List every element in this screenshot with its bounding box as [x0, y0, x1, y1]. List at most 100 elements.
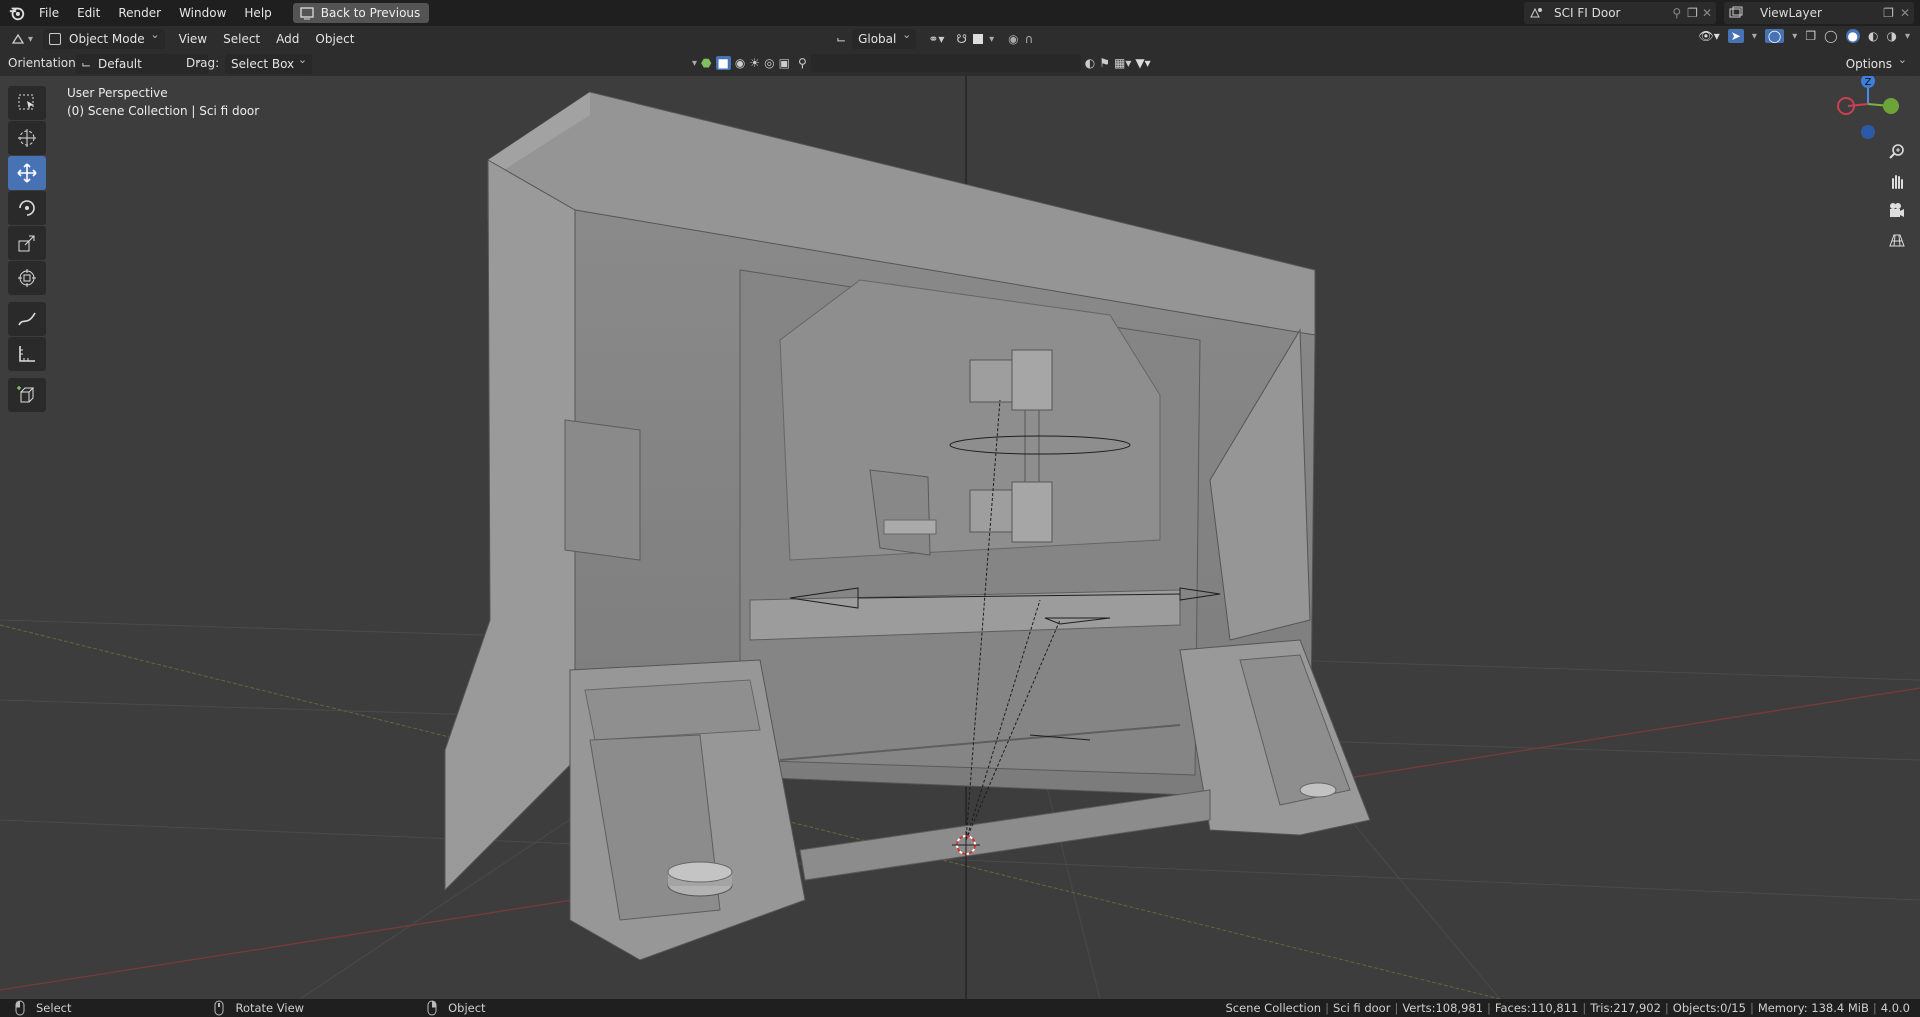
- zoom-icon[interactable]: [1884, 138, 1910, 164]
- tool-shelf: [8, 86, 50, 413]
- transform-icon[interactable]: [8, 261, 46, 295]
- scene-canvas: [0, 76, 1920, 999]
- menu-edit[interactable]: Edit: [68, 0, 109, 26]
- viewport-shading-controls: 👁▾ ➤ ▾ ◯ ▾ ❐ ◯ ● ◐ ◑ ▾: [1698, 29, 1910, 43]
- orientation-axes-icon: ⌙: [836, 32, 847, 46]
- stat-verts: Verts:108,981: [1402, 1001, 1484, 1015]
- move-icon[interactable]: [8, 156, 46, 190]
- mode-dropdown[interactable]: Object Mode: [43, 25, 165, 49]
- select-box-icon[interactable]: [8, 86, 46, 120]
- menu-view[interactable]: View: [171, 26, 215, 52]
- rotate-icon[interactable]: [8, 191, 46, 225]
- stat-object: Sci fi door: [1332, 1001, 1391, 1015]
- scene-selector[interactable]: SCI FI Door ⚲ ❐ ✕: [1524, 2, 1716, 24]
- scale-icon[interactable]: [8, 226, 46, 260]
- light-icon[interactable]: ☀: [749, 56, 760, 70]
- orientation-value: Default: [98, 57, 142, 71]
- transform-orientation-label: Global: [858, 32, 897, 46]
- status-rotate-hint: Rotate View: [211, 1000, 304, 1016]
- transform-orientation-dropdown[interactable]: Global: [852, 25, 917, 49]
- blender-logo-icon[interactable]: [8, 4, 26, 22]
- falloff-icon[interactable]: ∩: [1025, 32, 1034, 46]
- viewport-perspective-label: User Perspective: [67, 86, 168, 100]
- camera-icon[interactable]: ▣: [779, 56, 790, 70]
- sphere-icon[interactable]: ◉: [735, 56, 745, 70]
- display-mode-icon[interactable]: ▦▾: [1114, 56, 1131, 70]
- navigation-gizmo[interactable]: Z: [1836, 76, 1916, 146]
- view-layer-icon: [1729, 6, 1743, 18]
- view-layer-name: ViewLayer: [1760, 6, 1822, 20]
- status-rotate-label: Rotate View: [235, 1001, 305, 1015]
- gizmo-toggle-icon[interactable]: ➤: [1727, 29, 1744, 43]
- solid-shading-icon[interactable]: ●: [1845, 29, 1860, 43]
- object-mode-icon: [49, 33, 62, 45]
- menu-render[interactable]: Render: [109, 0, 170, 26]
- menu-file[interactable]: File: [30, 0, 68, 26]
- remove-view-layer-icon[interactable]: ✕: [1900, 6, 1910, 20]
- pan-hand-icon[interactable]: [1884, 168, 1910, 194]
- proportional-editing-icon[interactable]: ◉: [1008, 32, 1018, 46]
- xray-icon[interactable]: ❐: [1805, 29, 1816, 43]
- camera-view-icon[interactable]: [1884, 198, 1910, 224]
- drag-label: Drag:: [186, 56, 220, 70]
- measure-icon[interactable]: [8, 337, 46, 371]
- mode-label: Object Mode: [69, 32, 145, 46]
- menu-object[interactable]: Object: [307, 26, 362, 52]
- snap-target-icon[interactable]: [973, 34, 984, 44]
- stat-memory: Memory: 138.4 MiB: [1757, 1001, 1869, 1015]
- options-dropdown[interactable]: Options: [1839, 50, 1912, 74]
- back-to-previous-button[interactable]: Back to Previous: [292, 3, 430, 23]
- viewport-filter-controls: ▾ ⬣ ■ ◉ ☀ ◎ ▣ ⚲ ◐ ⚑ ▦▾ ▼▾: [692, 54, 1151, 72]
- new-scene-icon[interactable]: ❐: [1687, 6, 1698, 20]
- visibility-icon[interactable]: 👁▾: [1698, 29, 1719, 43]
- cursor-icon[interactable]: [8, 121, 46, 155]
- annotate-icon[interactable]: [8, 302, 46, 336]
- menu-add[interactable]: Add: [268, 26, 307, 52]
- view-layer-selector[interactable]: ViewLayer ❐ ✕: [1724, 2, 1914, 24]
- status-object-hint: Object: [424, 1000, 486, 1016]
- stat-tris: Tris:217,902: [1590, 1001, 1661, 1015]
- mouse-left-icon: [15, 1000, 25, 1016]
- menu-help[interactable]: Help: [235, 0, 280, 26]
- viewport-collection-label: (0) Scene Collection | Sci fi door: [67, 104, 260, 118]
- world-icon[interactable]: ◎: [764, 56, 774, 70]
- rendered-shading-icon[interactable]: ◑: [1886, 29, 1896, 43]
- material-shading-icon[interactable]: ◐: [1868, 29, 1878, 43]
- orientation-label: Orientation:: [8, 56, 80, 70]
- overlay-toggle-icon[interactable]: ◯: [1764, 29, 1785, 43]
- remove-scene-icon[interactable]: ✕: [1702, 6, 1712, 20]
- status-object-label: Object: [448, 1001, 486, 1015]
- add-cube-icon[interactable]: [8, 378, 46, 412]
- drag-value: Select Box: [231, 57, 295, 71]
- scene-statistics: Scene Collection | Sci fi door | Verts:108…: [1225, 1001, 1910, 1015]
- object-type-icon[interactable]: ⬣: [701, 56, 711, 70]
- bookmark-icon[interactable]: ⚑: [1099, 56, 1110, 70]
- scene-icon: [1530, 7, 1542, 18]
- view3d-icon: [11, 33, 25, 44]
- snap-icon[interactable]: ☋: [956, 32, 967, 46]
- stat-faces: Faces:110,811: [1494, 1001, 1579, 1015]
- pin-icon[interactable]: ⚲: [1672, 6, 1681, 20]
- menu-window[interactable]: Window: [170, 0, 235, 26]
- editor-type-button[interactable]: ▾: [10, 31, 33, 47]
- drag-dropdown[interactable]: Select Box: [225, 50, 313, 74]
- transform-controls: ⌙ Global ⚭▾ ☋ ▾ ◉ ∩: [836, 25, 1034, 49]
- 3d-viewport[interactable]: User Perspective (0) Scene Collection | …: [0, 76, 1920, 999]
- mouse-middle-icon: [214, 1000, 224, 1016]
- filter-icon[interactable]: ▼▾: [1135, 56, 1150, 70]
- pivot-point-icon[interactable]: ⚭▾: [928, 32, 944, 46]
- stat-objects: Objects:0/15: [1672, 1001, 1746, 1015]
- search-icon: ⚲: [797, 56, 807, 70]
- select-mode-icon[interactable]: ■: [715, 56, 731, 70]
- new-view-layer-icon[interactable]: ❐: [1883, 6, 1894, 20]
- top-menu-bar: File Edit Render Window Help Back to Pre…: [0, 0, 1920, 26]
- tool-settings-header: Orientation: ⌙ Default Drag: Select Box …: [0, 50, 1920, 76]
- filter-toggle-icon[interactable]: ◐: [1085, 56, 1095, 70]
- sci-fi-door-model[interactable]: [444, 91, 1371, 961]
- projection-grid-icon[interactable]: [1884, 228, 1910, 254]
- search-input[interactable]: [810, 54, 1081, 72]
- stat-scene: Scene Collection: [1225, 1001, 1322, 1015]
- menu-select[interactable]: Select: [215, 26, 268, 52]
- wireframe-shading-icon[interactable]: ◯: [1824, 29, 1837, 43]
- back-to-previous-label: Back to Previous: [320, 6, 421, 20]
